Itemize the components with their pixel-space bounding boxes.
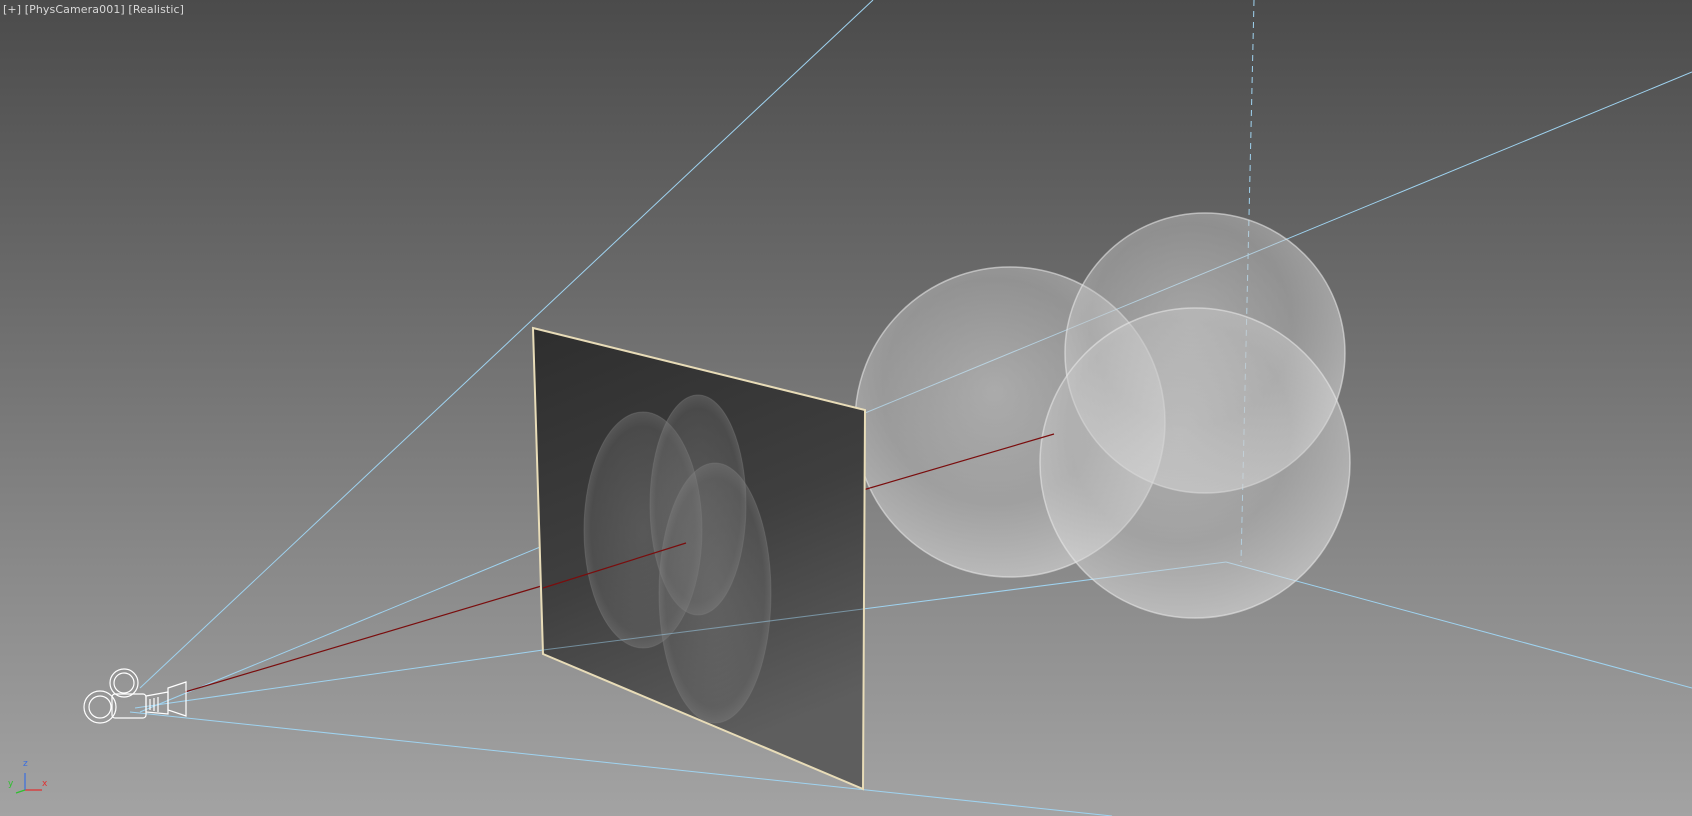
- viewport-label-bar: [+] [PhysCamera001] [Realistic]: [3, 3, 184, 16]
- viewport-scene[interactable]: z y x: [0, 0, 1692, 816]
- viewport-menu-button[interactable]: [+]: [3, 3, 21, 16]
- render-plane[interactable]: [531, 326, 867, 791]
- sphere-bottom-right[interactable]: [1039, 307, 1351, 619]
- axis-x-label: x: [42, 779, 48, 789]
- viewport-shading-button[interactable]: [Realistic]: [128, 3, 184, 16]
- plane-ghost-bottom: [658, 462, 772, 724]
- axis-y-label: y: [8, 779, 14, 789]
- xyz-axis-gizmo-icon: z y x: [8, 759, 48, 794]
- 3d-viewport[interactable]: z y x [+] [PhysCamera001] [Realistic]: [0, 0, 1692, 816]
- axis-z-label: z: [23, 759, 28, 769]
- spheres-group[interactable]: [854, 212, 1351, 619]
- viewport-camera-button[interactable]: [PhysCamera001]: [25, 3, 125, 16]
- physical-camera-icon[interactable]: [83, 668, 187, 724]
